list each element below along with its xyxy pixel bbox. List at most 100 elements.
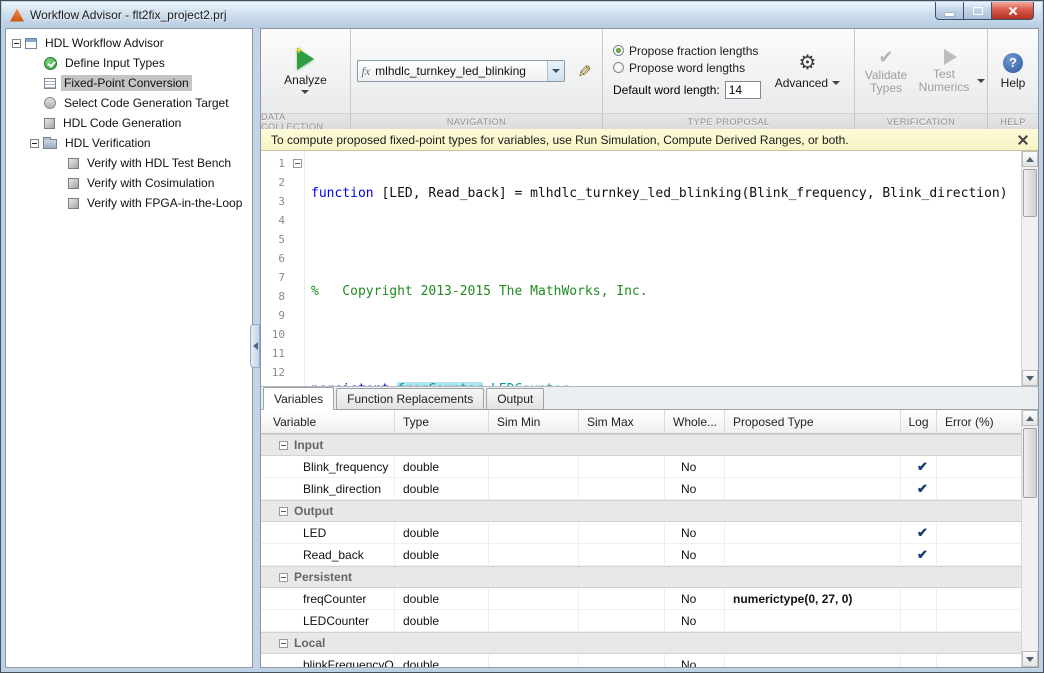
close-button[interactable] — [991, 2, 1034, 20]
table-row[interactable]: Read_back double No — [261, 544, 1021, 566]
group-row-persistent[interactable]: Persistent — [261, 566, 1021, 588]
task-cube-icon — [68, 198, 79, 209]
workflow-tree: HDL Workflow Advisor Define Input Types … — [5, 28, 253, 668]
test-numerics-button[interactable]: Test Numerics — [915, 49, 985, 94]
tree-item-hdl-verification[interactable]: HDL Verification — [6, 133, 252, 153]
propose-word-lengths-radio[interactable]: Propose word lengths — [613, 61, 761, 75]
sparkle-icon — [295, 46, 303, 54]
log-check-icon[interactable] — [917, 525, 928, 541]
help-label: Help — [1001, 76, 1026, 90]
log-check-icon[interactable] — [917, 459, 928, 475]
arrow-up-icon — [1026, 157, 1034, 162]
table-row[interactable]: freqCounter double No numerictype(0, 27,… — [261, 588, 1021, 610]
tree-item-fixed-point-conversion[interactable]: Fixed-Point Conversion — [6, 73, 252, 93]
column-header-proposed-type[interactable]: Proposed Type — [725, 410, 901, 433]
tab-function-replacements[interactable]: Function Replacements — [336, 388, 484, 409]
log-check-icon[interactable] — [917, 481, 928, 497]
table-row[interactable]: LEDCounter double No — [261, 610, 1021, 632]
column-header-error[interactable]: Error (%) — [937, 410, 1021, 433]
table-scrollbar[interactable] — [1021, 410, 1038, 667]
scrollbar-thumb[interactable] — [1023, 428, 1037, 498]
propose-word-label: Propose word lengths — [629, 61, 745, 75]
section-data-collection: Analyze — [261, 29, 351, 113]
task-cube-icon — [68, 158, 79, 169]
table-row[interactable]: LED double No — [261, 522, 1021, 544]
validate-types-label: Validate Types — [857, 69, 915, 95]
minimize-button[interactable] — [935, 2, 964, 20]
table-row[interactable]: blinkFrequencyOut double No — [261, 654, 1021, 667]
titlebar[interactable]: Workflow Advisor - flt2fix_project2.prj — [2, 2, 1042, 28]
column-header-log[interactable]: Log — [901, 410, 937, 433]
gear-icon — [798, 53, 816, 73]
edit-function-button[interactable] — [571, 59, 597, 83]
scrollbar-track[interactable] — [1022, 167, 1038, 370]
task-pane-icon — [44, 78, 56, 89]
group-collapse-icon[interactable] — [279, 573, 288, 582]
column-header-variable[interactable]: Variable — [261, 410, 395, 433]
restore-button[interactable] — [963, 2, 992, 20]
advisor-icon — [25, 38, 37, 49]
editor-scrollbar[interactable] — [1021, 151, 1038, 386]
column-header-type[interactable]: Type — [395, 410, 489, 433]
tree-item-verify-cosimulation[interactable]: Verify with Cosimulation — [6, 173, 252, 193]
advanced-button[interactable]: Advanced — [775, 53, 840, 90]
column-header-sim-min[interactable]: Sim Min — [489, 410, 579, 433]
tree-item-verify-fpga-in-the-loop[interactable]: Verify with FPGA-in-the-Loop — [6, 193, 252, 213]
propose-fraction-label: Propose fraction lengths — [629, 44, 758, 58]
scroll-down-button[interactable] — [1022, 651, 1038, 667]
tab-output[interactable]: Output — [486, 388, 544, 409]
group-collapse-icon[interactable] — [279, 507, 288, 516]
info-banner-close-icon[interactable] — [1018, 135, 1028, 145]
group-row-local[interactable]: Local — [261, 632, 1021, 654]
task-cube-icon — [68, 178, 79, 189]
collapse-tree-button[interactable] — [250, 324, 260, 368]
help-button[interactable]: Help — [1001, 53, 1026, 90]
tree-item-select-code-generation-target[interactable]: Select Code Generation Target — [6, 93, 252, 113]
analyze-label: Analyze — [284, 73, 327, 87]
group-row-input[interactable]: Input — [261, 434, 1021, 456]
column-header-whole-number[interactable]: Whole... — [665, 410, 725, 433]
code-editor[interactable]: 123456789101112 function [LED, Read_back… — [261, 151, 1038, 387]
column-header-sim-max[interactable]: Sim Max — [579, 410, 665, 433]
group-row-output[interactable]: Output — [261, 500, 1021, 522]
passed-check-icon — [44, 57, 57, 70]
analyze-button[interactable]: Analyze — [284, 48, 327, 94]
variables-table: Variable Type Sim Min Sim Max Whole... P… — [261, 410, 1021, 667]
tab-variables[interactable]: Variables — [263, 387, 334, 410]
scroll-down-button[interactable] — [1022, 370, 1038, 386]
group-collapse-icon[interactable] — [279, 639, 288, 648]
fold-collapse-icon[interactable] — [293, 159, 302, 168]
scrollbar-thumb[interactable] — [1023, 169, 1037, 217]
validate-types-button[interactable]: Validate Types — [857, 48, 915, 95]
toolbar-section-strip: DATA COLLECTION NAVIGATION TYPE PROPOSAL… — [261, 113, 1038, 129]
propose-fraction-lengths-radio[interactable]: Propose fraction lengths — [613, 44, 761, 58]
default-word-length-input[interactable] — [725, 81, 761, 99]
pencil-icon — [576, 64, 590, 79]
strip-label-navigation: NAVIGATION — [351, 114, 603, 129]
group-collapse-icon[interactable] — [279, 441, 288, 450]
radio-selected-icon[interactable] — [613, 45, 624, 56]
strip-label-help: HELP — [988, 114, 1038, 129]
panel-splitter[interactable] — [253, 28, 260, 668]
tree-item-hdl-workflow-advisor[interactable]: HDL Workflow Advisor — [6, 33, 252, 53]
workflow-advisor-window: Workflow Advisor - flt2fix_project2.prj … — [0, 0, 1044, 673]
analyze-dropdown-caret-icon — [301, 90, 309, 94]
validate-check-icon — [878, 48, 893, 66]
expand-collapse-icon[interactable] — [12, 39, 21, 48]
radio-unselected-icon[interactable] — [613, 62, 624, 73]
section-type-proposal: Propose fraction lengths Propose word le… — [603, 29, 855, 113]
tree-item-hdl-code-generation[interactable]: HDL Code Generation — [6, 113, 252, 133]
table-row[interactable]: Blink_direction double No — [261, 478, 1021, 500]
tree-item-verify-hdl-test-bench[interactable]: Verify with HDL Test Bench — [6, 153, 252, 173]
combobox-dropdown-button[interactable] — [547, 61, 564, 81]
table-row[interactable]: Blink_frequency double No — [261, 456, 1021, 478]
tree-item-define-input-types[interactable]: Define Input Types — [6, 53, 252, 73]
scrollbar-track[interactable] — [1022, 426, 1038, 651]
scroll-up-button[interactable] — [1022, 410, 1038, 426]
expand-collapse-icon[interactable] — [30, 139, 39, 148]
function-selector-combobox[interactable]: mlhdlc_turnkey_led_blinking — [357, 60, 565, 82]
log-check-icon[interactable] — [917, 547, 928, 563]
scroll-up-button[interactable] — [1022, 151, 1038, 167]
not-run-circle-icon — [44, 97, 56, 109]
function-name-value: mlhdlc_turnkey_led_blinking — [375, 64, 546, 78]
